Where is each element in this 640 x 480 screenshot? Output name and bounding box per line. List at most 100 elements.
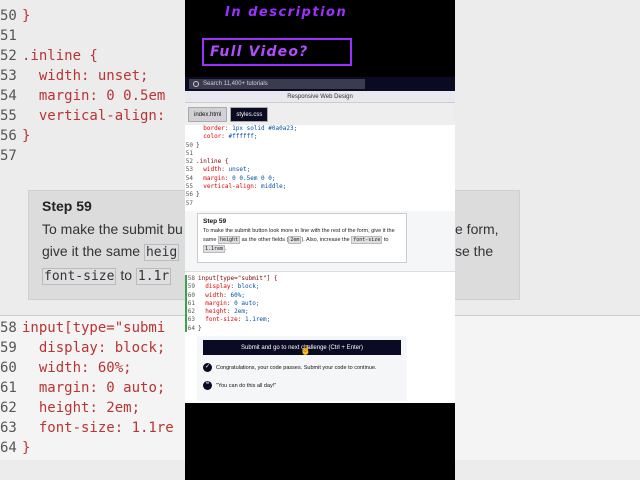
background-code-line: 61 margin: 0 auto;: [0, 380, 166, 396]
background-lower-panel: 58 input[type="submi 59 display: block; 60 …: [0, 315, 185, 460]
line-number: 54: [185, 174, 193, 182]
freecodecamp-app: Search 11,400+ tutorials Responsive Web …: [185, 77, 455, 403]
code-line: border: 1px solid #0a0a23;: [185, 125, 455, 133]
code-line: color: #ffffff;: [185, 133, 455, 141]
quote-icon: ❝: [203, 381, 212, 390]
code-text: margin: 0 0.5em 0 0;: [203, 174, 276, 182]
code-text: height: 2em;: [205, 308, 249, 316]
background-step-text-right: e form, se the: [455, 218, 499, 262]
line-number: 55: [185, 183, 193, 191]
background-right-line-1: e form,: [455, 221, 499, 237]
overlay-description-text: In description: [225, 5, 348, 20]
code-text: font-size: 1.1rem;: [205, 316, 271, 324]
line-number: 51: [185, 149, 193, 157]
background-step-line-2: give it the same heig: [42, 240, 185, 264]
code-text: color: #ffffff;: [203, 133, 258, 141]
code-editor-editable-region[interactable]: 58 input[type="submit"] {59 display: bloc…: [185, 271, 455, 334]
background-code-line: 50}: [0, 8, 31, 24]
pass-message-text: Congratulations, your code passes. Submi…: [216, 364, 377, 371]
code-text: vertical-align: middle;: [203, 183, 287, 191]
line-number: 63: [187, 316, 195, 324]
check-circle-icon: ✓: [203, 363, 212, 372]
background-chip-font-size: font-size: [42, 268, 117, 285]
background-step-line-3: font-size to 1.1r: [42, 264, 185, 288]
code-line: 56}: [185, 191, 455, 199]
background-code-line: 53 width: unset;: [0, 68, 149, 84]
code-text: }: [196, 191, 200, 199]
background-code-line: 57: [0, 148, 17, 164]
code-line: 58 input[type="submit"] {: [185, 275, 455, 284]
code-chip-1-1rem: 1.1rem: [203, 245, 226, 253]
background-lower-panel-right: [455, 315, 640, 460]
code-line: 59 display: block;: [185, 283, 455, 292]
line-number: 52: [185, 158, 193, 166]
step-instructions: To make the submit button look more in l…: [203, 227, 401, 254]
code-line: 62 height: 2em;: [185, 308, 455, 317]
search-icon: [193, 81, 199, 87]
code-text: margin: 0 auto;: [205, 299, 260, 307]
code-chip-2em: 2em: [288, 236, 302, 244]
step-text-5: .: [225, 246, 227, 252]
line-number: 59: [187, 283, 195, 291]
encouragement-text: "You can do this all day!": [216, 382, 277, 389]
line-number: 57: [185, 199, 193, 207]
step-description-panel: Step 59 To make the submit button look m…: [185, 211, 455, 271]
background-code-line: 63 font-size: 1.1re: [0, 420, 174, 436]
submit-next-challenge-button[interactable]: Submit and go to next challenge (Ctrl + …: [203, 340, 401, 355]
code-line: 52 .inline {: [185, 158, 455, 166]
pass-message: ✓ Congratulations, your code passes. Sub…: [203, 363, 377, 372]
tab-styles-css[interactable]: styles.css: [230, 107, 269, 122]
background-code-bottom: 58 input[type="submi 59 display: block; 60 …: [0, 318, 185, 458]
result-panel: Submit and go to next challenge (Ctrl + …: [185, 332, 455, 403]
code-text: width: unset;: [203, 166, 251, 174]
encouragement-message: ❝ "You can do this all day!": [203, 381, 276, 390]
line-number: 62: [187, 308, 195, 316]
background-code-line: 52 .inline {: [0, 48, 98, 64]
code-text: width: 60%;: [205, 291, 245, 299]
background-step-title: Step 59: [42, 198, 92, 214]
overlay-full-video-box: Full Video?: [202, 38, 352, 66]
background-chip-height: heig: [143, 244, 180, 261]
code-line: 50}: [185, 142, 455, 150]
line-number: [185, 125, 193, 133]
search-input[interactable]: Search 11,400+ tutorials: [189, 79, 365, 89]
background-code-line: 58 input[type="submi: [0, 320, 166, 336]
background-code-line: 59 display: block;: [0, 340, 166, 356]
background-code-line: 56}: [0, 128, 31, 144]
code-text: display: block;: [205, 283, 260, 291]
line-number: 50: [185, 141, 193, 149]
step-text-2: as the other fields (: [241, 237, 289, 243]
code-text: input[type="submit"] {: [198, 275, 278, 282]
mouse-cursor-icon: ☝: [300, 345, 312, 355]
line-number: 56: [185, 191, 193, 199]
code-line: 61 margin: 0 auto;: [185, 299, 455, 309]
background-zoom-left: 50} 51 52 .inline { 53 width: unset; 54 margi…: [0, 0, 185, 480]
top-nav-bar: Search 11,400+ tutorials: [185, 77, 455, 91]
background-step-line-1: To make the submit bu: [42, 221, 183, 237]
line-number: 61: [187, 299, 195, 307]
background-zoom-right: e form, se the: [455, 0, 640, 480]
code-editor-top[interactable]: border: 1px solid #0a0a23; color: #fffff…: [185, 125, 455, 211]
code-text: }: [196, 141, 200, 149]
line-number: 60: [187, 291, 195, 299]
background-code-line: 54 margin: 0 0.5em: [0, 88, 166, 104]
code-chip-height: height: [217, 236, 241, 244]
phone-frame: In description Full Video? Search 11,400…: [185, 0, 455, 480]
editor-tabs: index.html styles.css: [185, 103, 455, 125]
background-step-word-to: to: [120, 267, 133, 283]
tab-index-html[interactable]: index.html: [188, 107, 228, 122]
code-line: 63 font-size: 1.1rem;: [185, 316, 455, 325]
step-card: Step 59 To make the submit button look m…: [197, 213, 407, 263]
code-line: 60 width: 60%;: [185, 291, 455, 300]
code-line: 57: [185, 200, 455, 208]
background-code-line: 55 vertical-align:: [0, 108, 166, 124]
step-text-4: to: [383, 237, 389, 243]
code-text: border: 1px solid #0a0a23;: [203, 125, 298, 132]
code-line: 53 width: unset;: [185, 166, 455, 174]
background-code-line: 60 width: 60%;: [0, 360, 132, 376]
background-code-line: 51: [0, 28, 17, 44]
background-step-text: To make the submit bu give it the same h…: [42, 218, 185, 288]
background-right-line-2: se the: [455, 243, 494, 259]
line-number: 53: [185, 166, 193, 174]
code-line: 54 margin: 0 0.5em 0 0;: [185, 175, 455, 183]
